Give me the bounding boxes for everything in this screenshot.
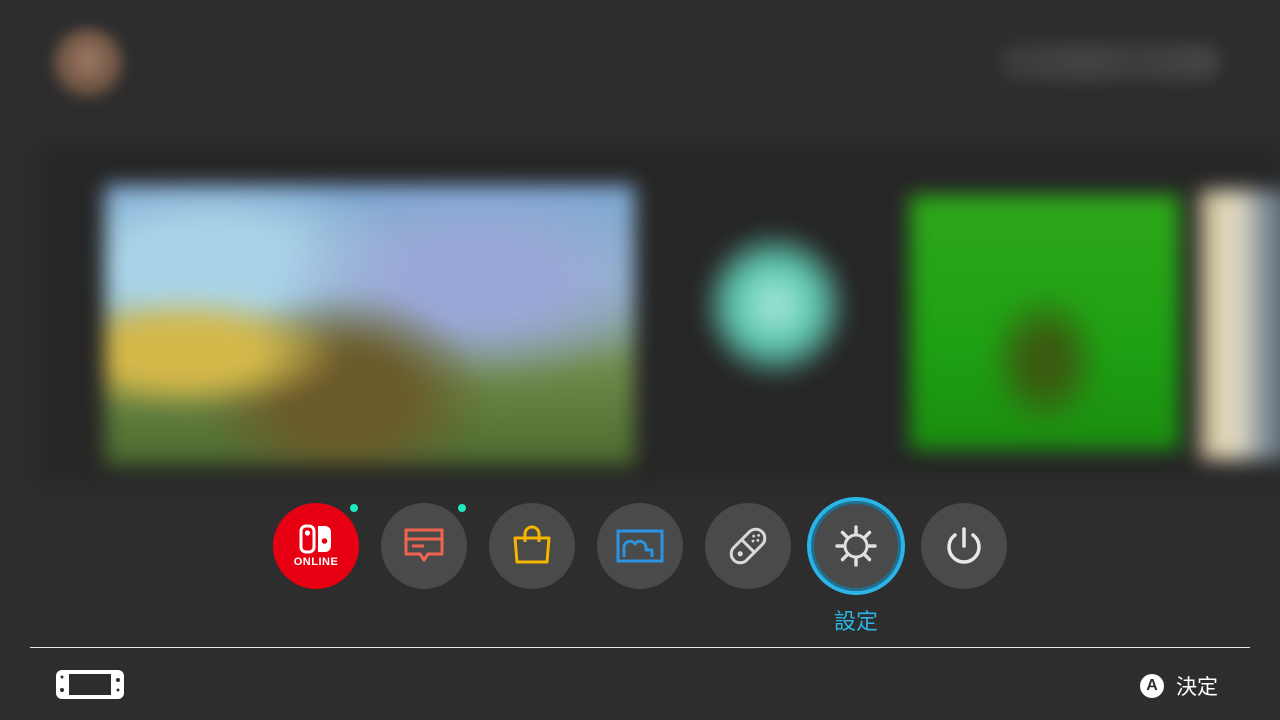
settings-button[interactable]: [807, 497, 905, 595]
shop-button[interactable]: [489, 503, 575, 589]
gear-icon: [835, 525, 877, 567]
notification-dot: [350, 504, 358, 512]
confirm-hint: A 決定: [1140, 671, 1218, 701]
footer-divider: [30, 647, 1250, 648]
album-button[interactable]: [597, 503, 683, 589]
confirm-label: 決定: [1176, 675, 1218, 699]
settings-button-inner: [815, 505, 897, 587]
nintendo-switch-online-button[interactable]: ONLINE: [273, 503, 359, 589]
handheld-console-icon: [56, 670, 124, 699]
nintendo-switch-online-icon: [299, 524, 331, 554]
game-tile-1[interactable]: [105, 185, 635, 465]
notification-dot: [458, 504, 466, 512]
power-button[interactable]: [921, 503, 1007, 589]
shop-bag-icon: [513, 525, 551, 564]
controller-icon: [729, 527, 767, 565]
power-icon: [947, 527, 981, 564]
album-icon: [616, 529, 664, 563]
controllers-button[interactable]: [705, 503, 791, 589]
game-tile-3[interactable]: [910, 195, 1180, 450]
a-button-icon: A: [1140, 674, 1164, 698]
news-button[interactable]: [381, 503, 467, 589]
game-tile-2[interactable]: [705, 230, 845, 380]
user-avatar[interactable]: [52, 28, 124, 100]
online-label: ONLINE: [293, 556, 339, 568]
game-tile-4[interactable]: [1200, 190, 1280, 460]
status-bar: [1000, 44, 1220, 80]
selected-item-label: 設定: [833, 610, 878, 635]
news-icon: [404, 528, 444, 562]
